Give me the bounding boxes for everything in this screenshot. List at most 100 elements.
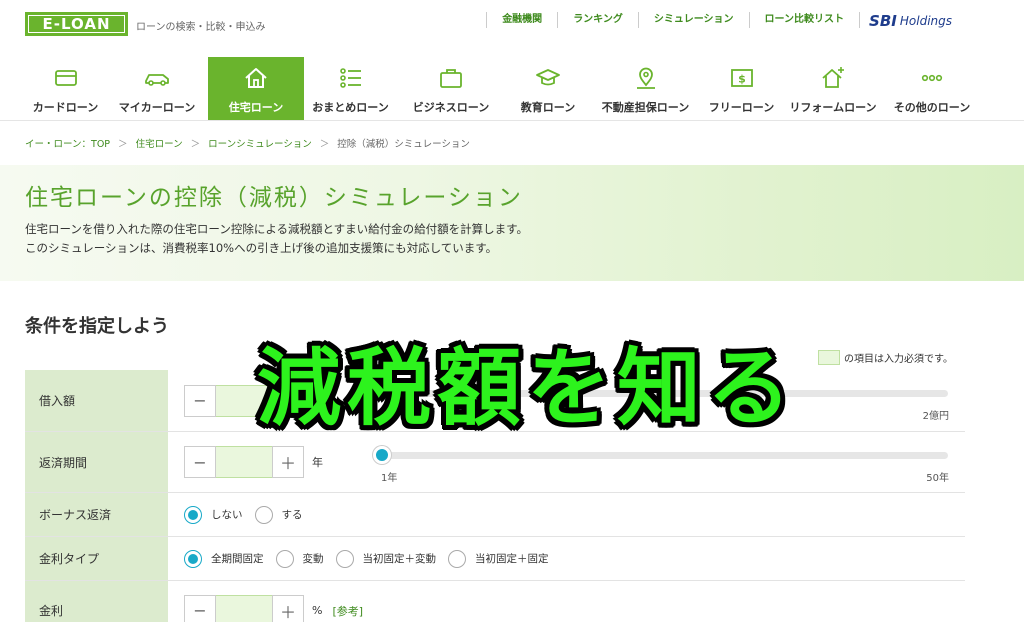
nav-business-loan[interactable]: ビジネスローン <box>397 57 505 120</box>
nav-label: 教育ローン <box>520 101 576 114</box>
rate-plus-button[interactable]: ＋ <box>272 594 304 622</box>
more-icon <box>921 74 943 82</box>
bonus-option-none[interactable]: しない <box>184 505 243 524</box>
nav-car-loan[interactable]: マイカーローン <box>106 57 208 120</box>
section-title: 条件を指定しよう <box>25 316 169 337</box>
bonus-radio-group: しない する <box>184 505 315 524</box>
option-label: 当初固定＋変動 <box>362 553 437 565</box>
briefcase-icon <box>440 69 462 88</box>
option-label: 変動 <box>302 553 324 565</box>
nav-card-loan[interactable]: カードローン <box>25 57 106 120</box>
rate-type-fixed-full[interactable]: 全期間固定 <box>184 549 264 568</box>
rate-reference-link[interactable]: [参考] <box>332 603 363 619</box>
option-label: する <box>281 509 303 521</box>
nav-label: リフォームローン <box>789 101 877 114</box>
term-minus-button[interactable]: − <box>184 446 216 478</box>
rate-type-radio-group: 全期間固定 変動 当初固定＋変動 当初固定＋固定 <box>184 549 561 568</box>
nav-free-loan[interactable]: $ フリーローン <box>700 57 783 120</box>
breadcrumb-separator: ＞ <box>319 139 330 150</box>
term-max-label: 50年 <box>926 473 949 484</box>
page-title: 住宅ローンの控除（減税）シミュレーション <box>25 185 523 211</box>
nav-label: フリーローン <box>708 101 775 114</box>
toplink-ranking[interactable]: ランキング <box>557 12 638 28</box>
field-interest-rate: − ＋ % [参考] <box>168 581 965 622</box>
term-slider[interactable] <box>373 452 948 459</box>
toplink-institutions[interactable]: 金融機関 <box>486 12 557 28</box>
car-icon <box>145 74 169 86</box>
term-input[interactable] <box>216 446 272 478</box>
rate-unit: % <box>312 604 323 617</box>
label-repayment-term: 返済期間 <box>25 432 168 492</box>
category-nav: カードローン マイカーローン 住宅ローン おまとめローン ビジネスローン 教育ロ… <box>25 57 981 120</box>
breadcrumb-top[interactable]: イー・ローン：TOP <box>25 136 110 150</box>
label-bonus-repayment: ボーナス返済 <box>25 493 168 536</box>
radio-unselected <box>254 505 273 524</box>
field-rate-type: 全期間固定 変動 当初固定＋変動 当初固定＋固定 <box>168 537 965 580</box>
nav-label: その他のローン <box>893 101 971 114</box>
sbi-mark: SBI <box>869 12 897 30</box>
rate-type-variable[interactable]: 変動 <box>275 549 324 568</box>
nav-label: マイカーローン <box>118 101 196 114</box>
nav-label: おまとめローン <box>312 101 389 114</box>
breadcrumb-separator: ＞ <box>118 139 128 150</box>
nav-education-loan[interactable]: 教育ローン <box>505 57 591 120</box>
card-icon <box>54 70 77 86</box>
breadcrumb: イー・ローン：TOP ＞ 住宅ローン ＞ ローンシミュレーション ＞ 控除（減税… <box>25 136 470 150</box>
rate-type-initial-fixed-fixed[interactable]: 当初固定＋固定 <box>448 549 549 568</box>
term-min-label: 1年 <box>381 473 398 484</box>
option-label: 全期間固定 <box>211 553 264 565</box>
option-label: しない <box>211 509 243 521</box>
row-rate-type: 金利タイプ 全期間固定 変動 当初固定＋変動 当初固定＋固定 <box>25 537 965 581</box>
overlay-caption: 減税額を知る <box>256 339 797 437</box>
row-interest-rate: 金利 − ＋ % [参考] <box>25 581 965 622</box>
top-links: 金融機関 ランキング シミュレーション ローン比較リスト <box>486 12 860 28</box>
toplink-compare-list[interactable]: ローン比較リスト <box>748 12 860 28</box>
graduation-cap-icon <box>536 69 560 86</box>
nav-divider <box>0 120 1024 121</box>
nav-reform-loan[interactable]: リフォームローン <box>783 57 883 120</box>
toplink-simulation[interactable]: シミュレーション <box>637 12 749 28</box>
breadcrumb-loan-simulation[interactable]: ローンシミュレーション <box>208 136 312 150</box>
field-bonus-repayment: しない する <box>168 493 965 536</box>
breadcrumb-current: 控除（減税）シミュレーション <box>337 139 470 150</box>
term-stepper: − ＋ <box>184 446 304 478</box>
nav-label: カードローン <box>32 101 99 114</box>
nav-label: ビジネスローン <box>412 101 490 114</box>
term-slider-handle[interactable] <box>373 446 391 464</box>
site-tagline: ローンの検索・比較・申込み <box>136 22 266 33</box>
label-interest-rate: 金利 <box>25 581 168 622</box>
row-repayment-term: 返済期間 − ＋ 年 1年 50年 <box>25 432 965 493</box>
rate-input[interactable] <box>216 594 272 622</box>
bonus-option-yes[interactable]: する <box>254 505 303 524</box>
logo-text: E-LOAN <box>28 15 125 33</box>
nav-real-estate-loan[interactable]: 不動産担保ローン <box>591 57 700 120</box>
eloan-logo[interactable]: E-LOAN <box>25 12 128 36</box>
sbi-holdings-logo[interactable]: SBI Holdings <box>869 10 952 32</box>
svg-text:$: $ <box>738 73 746 86</box>
description-line-1: 住宅ローンを借り入れた際の住宅ローン控除による減税額とすまい給付金の給付額を計算… <box>25 222 529 236</box>
term-unit: 年 <box>312 456 323 469</box>
page-description: 住宅ローンを借り入れた際の住宅ローン控除による減税額とすまい給付金の給付額を計算… <box>25 220 528 258</box>
breadcrumb-housing-loan[interactable]: 住宅ローン <box>136 136 183 150</box>
map-pin-icon <box>636 67 655 89</box>
sbi-text: Holdings <box>899 14 952 28</box>
rate-stepper: − ＋ <box>184 594 304 622</box>
option-label: 当初固定＋固定 <box>475 553 549 565</box>
nav-housing-loan[interactable]: 住宅ローン <box>208 57 304 120</box>
breadcrumb-separator: ＞ <box>190 139 201 150</box>
nav-label: 不動産担保ローン <box>601 101 690 114</box>
yen-note-icon: $ <box>730 69 753 87</box>
nav-other-loans[interactable]: その他のローン <box>883 57 981 120</box>
radio-unselected <box>448 549 466 568</box>
rate-type-initial-fixed-variable[interactable]: 当初固定＋変動 <box>335 549 437 568</box>
term-plus-button[interactable]: ＋ <box>272 446 304 478</box>
nav-consolidation-loan[interactable]: おまとめローン <box>304 57 397 120</box>
radio-unselected <box>335 549 354 568</box>
rate-minus-button[interactable]: − <box>184 594 216 622</box>
radio-selected <box>184 549 202 568</box>
list-icon <box>339 68 361 88</box>
site-header: E-LOAN ローンの検索・比較・申込み 金融機関 ランキング シミュレーション… <box>0 0 1024 56</box>
radio-selected <box>184 505 202 524</box>
house-plus-icon <box>822 67 844 88</box>
house-icon <box>245 68 267 88</box>
